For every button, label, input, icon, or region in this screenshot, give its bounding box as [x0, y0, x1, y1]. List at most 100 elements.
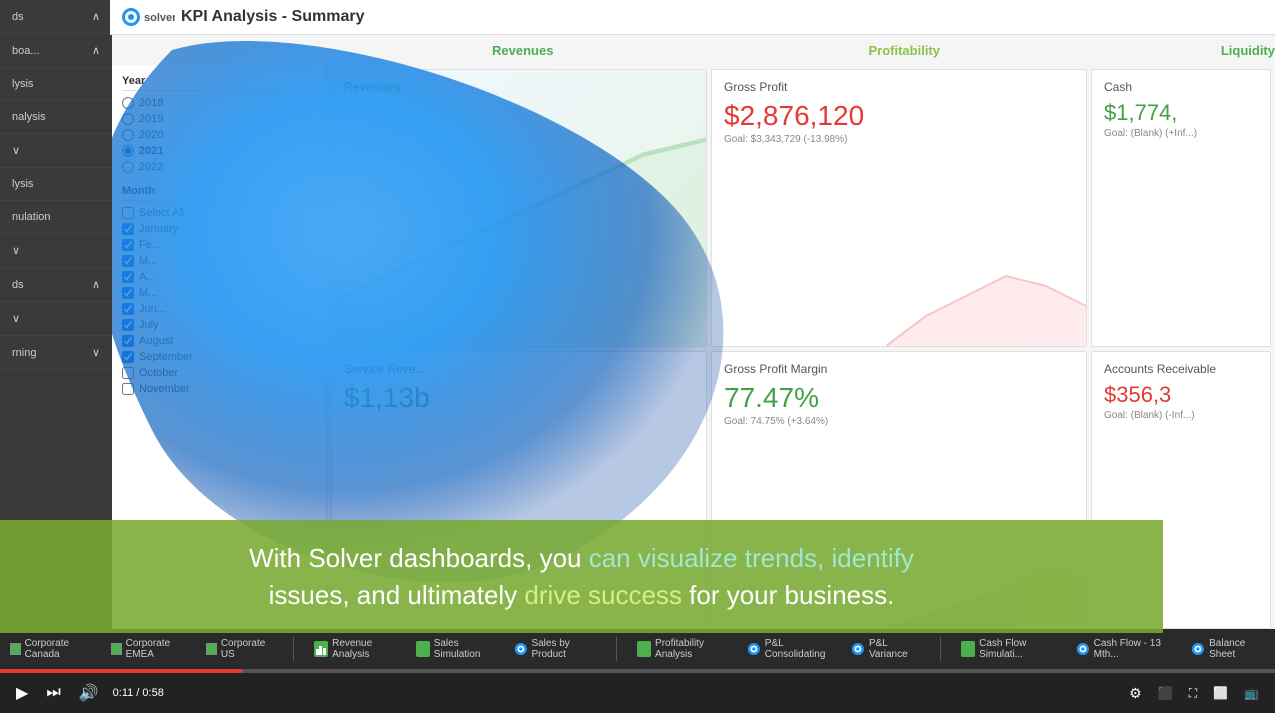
- pl-variance-label: P&L Variance: [869, 638, 921, 660]
- month-checkbox-sep[interactable]: [122, 351, 134, 363]
- sidebar-item-blank3[interactable]: ∨: [0, 302, 112, 336]
- chart-icon-profit: [637, 641, 651, 657]
- month-checkbox-apr[interactable]: [122, 271, 134, 283]
- month-checkbox-mar[interactable]: [122, 255, 134, 267]
- balance-sheet-label: Balance Sheet: [1209, 638, 1265, 660]
- month-checkbox-selectall[interactable]: [122, 207, 134, 219]
- cash-value: $1,774,: [1104, 100, 1258, 126]
- corp-emea-checkbox[interactable]: [111, 643, 122, 655]
- pl-consolidating-item[interactable]: P&L Consolidating: [747, 638, 835, 660]
- sidebar-item-rning[interactable]: rning ∨: [0, 336, 112, 370]
- year-2018[interactable]: 2018: [122, 97, 316, 109]
- month-checkbox-may[interactable]: [122, 287, 134, 299]
- revenue-chart-svg: [332, 125, 706, 346]
- corp-us-label: Corporate US: [221, 638, 273, 660]
- theater-button[interactable]: ⬛: [1154, 684, 1177, 702]
- month-july[interactable]: July: [122, 319, 316, 331]
- balance-sheet-item[interactable]: Balance Sheet: [1191, 638, 1265, 660]
- year-2022[interactable]: 2022: [122, 161, 316, 173]
- accounts-receivable-title: Accounts Receivable: [1104, 362, 1258, 376]
- page-title: KPI Analysis - Summary: [181, 8, 364, 26]
- corp-us-item[interactable]: Corporate US: [206, 638, 273, 660]
- month-february[interactable]: Fe...: [122, 239, 316, 251]
- sales-simulation-item[interactable]: Sales Simulation: [416, 638, 498, 660]
- month-november[interactable]: November: [122, 383, 316, 395]
- revenues-category: Revenues: [332, 43, 714, 58]
- corp-emea-label: Corporate EMEA: [126, 638, 191, 660]
- year-radio-2022[interactable]: [122, 161, 134, 173]
- pl-variance-item[interactable]: P&L Variance: [851, 638, 920, 660]
- month-april[interactable]: A...: [122, 271, 316, 283]
- sales-by-product-item[interactable]: Sales by Product: [514, 638, 597, 660]
- profitability-analysis-item[interactable]: Profitability Analysis: [637, 638, 731, 660]
- gross-profit-goal: Goal: $3,343,729 (-13.98%): [724, 134, 1074, 145]
- corp-us-checkbox[interactable]: [206, 643, 217, 655]
- sidebar-item-lysis[interactable]: lysis: [0, 68, 112, 101]
- mute-button[interactable]: 🔊: [75, 681, 103, 705]
- sidebar-item-nalysis[interactable]: nalysis: [0, 101, 112, 134]
- video-progress-bar[interactable]: [0, 669, 1275, 673]
- banner-highlight1: can visualize trends, identify: [589, 543, 914, 573]
- year-radio-2019[interactable]: [122, 113, 134, 125]
- year-radio-2018[interactable]: [122, 97, 134, 109]
- year-2019[interactable]: 2019: [122, 113, 316, 125]
- video-container: ds ∧ boa... ∧ lysis nalysis ∨ lysis nula…: [0, 0, 1275, 713]
- sales-by-product-label: Sales by Product: [531, 638, 596, 660]
- year-2020[interactable]: 2020: [122, 129, 316, 141]
- sidebar-item-blank1[interactable]: ∨: [0, 134, 112, 168]
- sidebar-item-nulation[interactable]: nulation: [0, 201, 112, 234]
- corp-canada-checkbox[interactable]: [10, 643, 21, 655]
- sidebar-item-lysis2[interactable]: lysis: [0, 168, 112, 201]
- miniplayer-button[interactable]: ⬜: [1209, 684, 1232, 702]
- month-checkbox-feb[interactable]: [122, 239, 134, 251]
- video-controls: ▶ ⏭ 🔊 0:11 / 0:58 ⚙ ⬛ ⛶ ⬜ 📺: [0, 673, 1275, 713]
- sidebar-item-ds[interactable]: ds ∧: [0, 0, 112, 34]
- skip-forward-button[interactable]: ⏭: [42, 682, 64, 704]
- cashflow-sim-label: Cash Flow Simulati...: [979, 638, 1060, 660]
- gross-profit-margin-goal: Goal: 74.75% (+3.64%): [724, 416, 1074, 427]
- month-checkbox-nov[interactable]: [122, 383, 134, 395]
- cashflow-13mth-item[interactable]: Cash Flow - 13 Mth...: [1076, 638, 1176, 660]
- pl-consolidating-label: P&L Consolidating: [765, 638, 835, 660]
- year-2021[interactable]: 2021: [122, 145, 316, 157]
- cashflow-sim-item[interactable]: Cash Flow Simulati...: [961, 638, 1060, 660]
- corp-canada-item[interactable]: Corporate Canada: [10, 638, 95, 660]
- year-radio-2020[interactable]: [122, 129, 134, 141]
- month-checkbox-jan[interactable]: [122, 223, 134, 235]
- fullscreen-button[interactable]: ⛶: [1185, 684, 1201, 703]
- month-checkbox-aug[interactable]: [122, 335, 134, 347]
- revenue-analysis-item[interactable]: Revenue Analysis: [314, 638, 400, 660]
- month-checkbox-jun[interactable]: [122, 303, 134, 315]
- month-may[interactable]: M...: [122, 287, 316, 299]
- chevron-down-icon: ∨: [12, 312, 20, 325]
- corp-emea-item[interactable]: Corporate EMEA: [111, 638, 190, 660]
- banner-line1: With Solver dashboards, you: [249, 543, 589, 573]
- settings-button[interactable]: ⚙: [1125, 683, 1146, 704]
- month-march[interactable]: M...: [122, 255, 316, 267]
- gross-profit-chart: [886, 266, 1086, 346]
- month-select-all[interactable]: Select All: [122, 207, 316, 219]
- gross-profit-card: Gross Profit $2,876,120 Goal: $3,343,729…: [711, 69, 1087, 347]
- sidebar-item-blank2[interactable]: ∨: [0, 234, 112, 268]
- month-june[interactable]: Jun...: [122, 303, 316, 315]
- right-controls: ⚙ ⬛ ⛶ ⬜ 📺: [1125, 683, 1263, 704]
- solver-logo: solver: [120, 6, 175, 28]
- sidebar-item-label: lysis: [12, 78, 33, 90]
- month-january[interactable]: January: [122, 223, 316, 235]
- month-october[interactable]: October: [122, 367, 316, 379]
- year-radio-2021[interactable]: [122, 145, 134, 157]
- play-button[interactable]: ▶: [12, 681, 32, 705]
- chevron-up-icon: ∧: [92, 10, 100, 23]
- cast-button[interactable]: 📺: [1240, 684, 1263, 702]
- sidebar-item-boa[interactable]: boa... ∧: [0, 34, 112, 68]
- chart-icon-cf-sim: [961, 641, 975, 657]
- month-checkbox-oct[interactable]: [122, 367, 134, 379]
- solver-icon-pl-var: [851, 641, 865, 657]
- month-august[interactable]: August: [122, 335, 316, 347]
- sidebar-item-ds2[interactable]: ds ∧: [0, 268, 112, 302]
- month-checkbox-jul[interactable]: [122, 319, 134, 331]
- solver-icon-cf-13: [1076, 641, 1090, 657]
- banner-line2-end: for your business.: [682, 580, 894, 610]
- month-september[interactable]: September: [122, 351, 316, 363]
- gross-profit-margin-title: Gross Profit Margin: [724, 362, 1074, 376]
